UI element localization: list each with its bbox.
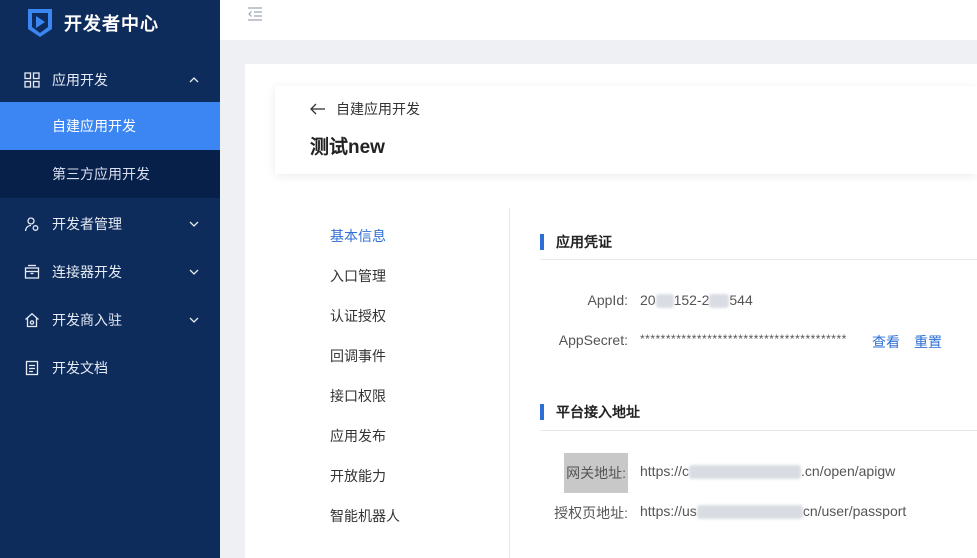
appsecret-label: AppSecret: xyxy=(558,332,628,348)
auth-suffix: cn/user/passport xyxy=(802,503,907,519)
appid-suffix: 544 xyxy=(729,292,753,308)
redacted-text xyxy=(689,465,802,480)
reset-secret-link[interactable]: 重置 xyxy=(914,332,942,352)
appsecret-value: **************************************** xyxy=(640,332,847,346)
gateway-suffix: .cn/open/apigw xyxy=(801,463,896,479)
auth-page-label: 授权页地址: xyxy=(554,505,628,521)
gateway-prefix: https://c xyxy=(640,463,690,479)
doc-icon xyxy=(24,360,40,376)
arrow-left-icon xyxy=(310,103,325,115)
divider xyxy=(540,259,977,260)
house-icon xyxy=(24,312,40,328)
page-header: 自建应用开发 测试new xyxy=(275,86,977,174)
redacted-text xyxy=(696,505,803,520)
nav-item-auth[interactable]: 认证授权 xyxy=(330,296,510,336)
appid-prefix: 20 xyxy=(640,292,656,308)
sidebar: 开发者中心 应用开发 自建应用开发 第三方应用开发 开发者管理 连接器开发 开发… xyxy=(0,0,220,558)
box-icon xyxy=(24,264,40,280)
sidebar-item-self-built-app[interactable]: 自建应用开发 xyxy=(0,102,220,150)
section-title-text: 平台接入地址 xyxy=(556,404,640,420)
sidebar-menu: 应用开发 自建应用开发 第三方应用开发 开发者管理 连接器开发 开发商入驻 开发… xyxy=(0,58,220,390)
sidebar-item-third-party-app[interactable]: 第三方应用开发 xyxy=(0,150,220,198)
sidebar-item-developer-mgmt[interactable]: 开发者管理 xyxy=(0,202,220,246)
appid-label: AppId: xyxy=(587,292,628,308)
back-link[interactable]: 自建应用开发 xyxy=(310,99,420,119)
chevron-up-icon xyxy=(189,77,199,83)
submenu-app-dev: 自建应用开发 第三方应用开发 xyxy=(0,102,220,198)
chevron-down-icon xyxy=(189,221,199,227)
sidebar-item-label: 应用开发 xyxy=(52,72,108,88)
nav-item-basic-info[interactable]: 基本信息 xyxy=(330,216,510,256)
sidebar-item-dev-docs[interactable]: 开发文档 xyxy=(0,346,220,390)
nav-item-api-permissions[interactable]: 接口权限 xyxy=(330,376,510,416)
gateway-value: https://c .cn/open/apigw xyxy=(640,463,896,480)
sidebar-item-connector-dev[interactable]: 连接器开发 xyxy=(0,250,220,294)
app-title: 开发者中心 xyxy=(64,14,159,34)
detail-nav: 基本信息 入口管理 认证授权 回调事件 接口权限 应用发布 开放能力 智能机器人 xyxy=(330,216,510,536)
nav-item-entry-mgmt[interactable]: 入口管理 xyxy=(330,256,510,296)
sidebar-item-label: 开发商入驻 xyxy=(52,312,122,328)
redacted-text xyxy=(655,294,674,309)
user-gear-icon xyxy=(24,216,40,232)
nav-item-open-capabilities[interactable]: 开放能力 xyxy=(330,456,510,496)
auth-page-value: https://us cn/user/passport xyxy=(640,503,907,520)
appid-value: 20 152-2 544 xyxy=(640,292,753,309)
logo: 开发者中心 xyxy=(0,0,220,46)
section-marker xyxy=(540,404,544,420)
grid-icon xyxy=(24,72,40,88)
main-content: 自建应用开发 测试new 基本信息 入口管理 认证授权 回调事件 接口权限 应用… xyxy=(245,64,977,558)
sidebar-item-label: 开发文档 xyxy=(52,360,108,376)
section-title-platform: 平台接入地址 xyxy=(540,402,640,422)
logo-icon xyxy=(28,9,52,37)
section-title-text: 应用凭证 xyxy=(556,234,612,250)
back-label: 自建应用开发 xyxy=(336,101,420,117)
sidebar-item-app-dev[interactable]: 应用开发 xyxy=(0,58,220,102)
sidebar-item-label: 开发者管理 xyxy=(52,216,122,232)
view-secret-link[interactable]: 查看 xyxy=(872,332,900,352)
nav-item-callback-events[interactable]: 回调事件 xyxy=(330,336,510,376)
auth-prefix: https://us xyxy=(640,503,697,519)
sidebar-item-label: 连接器开发 xyxy=(52,264,122,280)
divider xyxy=(540,430,977,431)
section-marker xyxy=(540,234,544,250)
page-title: 测试new xyxy=(310,137,385,158)
appid-mid: 152-2 xyxy=(673,292,710,308)
top-bar xyxy=(220,0,977,40)
nav-item-smart-bot[interactable]: 智能机器人 xyxy=(330,496,510,536)
sidebar-item-vendor-onboarding[interactable]: 开发商入驻 xyxy=(0,298,220,342)
collapse-menu-icon[interactable] xyxy=(247,7,263,21)
nav-item-app-publish[interactable]: 应用发布 xyxy=(330,416,510,456)
gateway-label: 网关地址: xyxy=(508,453,628,493)
gateway-label-text: 网关地址: xyxy=(564,453,628,493)
redacted-text xyxy=(709,294,730,309)
chevron-down-icon xyxy=(189,317,199,323)
section-title-credentials: 应用凭证 xyxy=(540,232,612,252)
chevron-down-icon xyxy=(189,269,199,275)
